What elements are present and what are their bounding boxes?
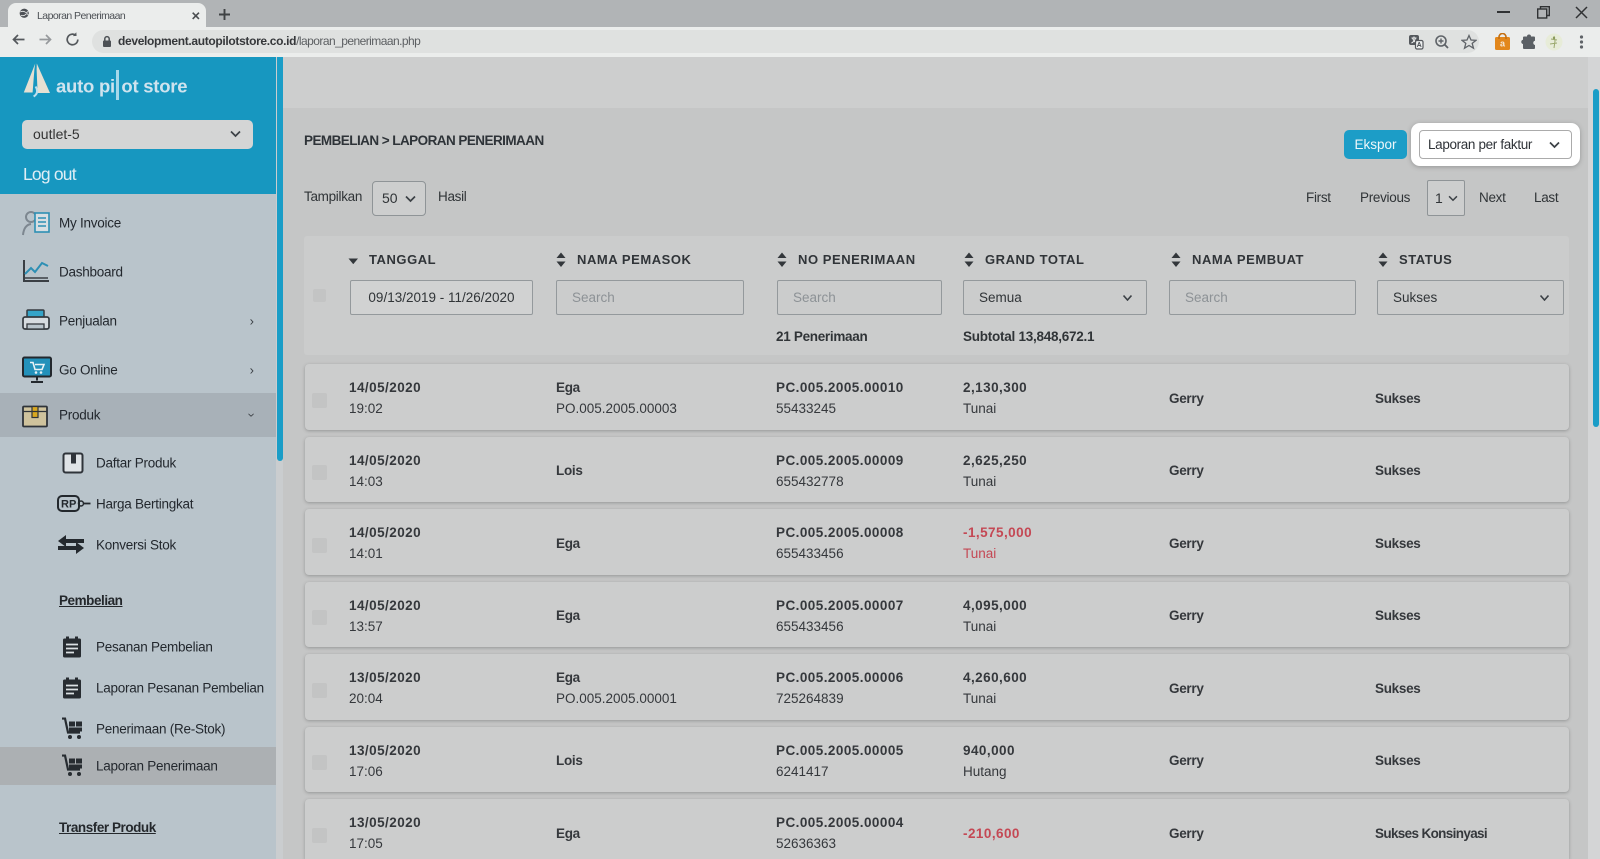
svg-text:RP: RP xyxy=(61,498,76,510)
